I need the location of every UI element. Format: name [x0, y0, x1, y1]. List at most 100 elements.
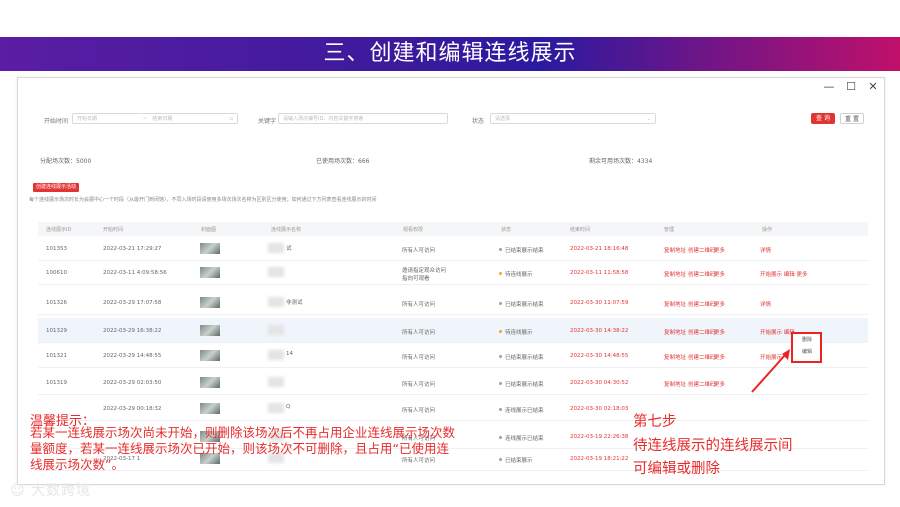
logo-icon: ☺: [10, 483, 26, 499]
copy-link-button[interactable]: 复制地址: [664, 328, 686, 336]
row-id: 100610: [46, 270, 67, 276]
calendar-icon: ▫: [229, 116, 233, 122]
copy-link-button[interactable]: 复制地址: [664, 353, 686, 361]
search-button[interactable]: 查 询: [811, 113, 835, 124]
manage-more-button[interactable]: 更多: [714, 353, 725, 361]
step-line-2: 待连线展示的连线展示间: [633, 438, 793, 454]
row-name: 14: [286, 351, 293, 357]
col-name: 连线展示名称: [271, 227, 302, 233]
row-permission: 邀请指定观众访问: [402, 268, 447, 274]
row-end-time: 2022-03-30 04:30:52: [570, 380, 629, 386]
row-end-time: 2022-03-21 18:16:48: [570, 246, 629, 252]
row-start-time: 2022-03-29 16:38:22: [103, 328, 162, 334]
date-separator: ~: [142, 116, 147, 122]
row-status: 待连线展示: [505, 330, 533, 336]
qrcode-button[interactable]: 创建二维码: [688, 328, 716, 336]
row-status: 已结束展示结束: [505, 248, 544, 254]
status-placeholder: 请选择: [495, 116, 511, 122]
arrow-icon: [751, 349, 790, 393]
row-actions[interactable]: 开始展示 编辑: [760, 328, 795, 336]
row-status: 已结束展示: [505, 458, 533, 464]
tip-line-2: 量额度，若某一连线展示场次已开始，则该场次不可删除，且占用“已使用连: [30, 441, 449, 456]
date-start-placeholder: 开始日期: [77, 116, 98, 122]
cover-thumbnail: [200, 243, 220, 254]
step-title: 第七步: [633, 414, 677, 430]
row-permission: 所有人可访问: [402, 330, 436, 336]
row-id: 101326: [46, 300, 67, 306]
status-dot: [499, 436, 502, 439]
row-actions[interactable]: 详情: [760, 300, 771, 308]
row-name: 非测试: [286, 300, 303, 306]
col-permission: 观看权限: [403, 227, 424, 233]
row-status: 已结束展示结束: [505, 302, 544, 308]
minimize-icon[interactable]: —: [820, 80, 838, 94]
manage-more-button[interactable]: 更多: [714, 328, 725, 336]
row-end-time: 2022-03-30 14:48:55: [570, 353, 629, 359]
close-icon[interactable]: ✕: [864, 80, 882, 94]
status-dot: [499, 458, 502, 461]
row-status: 已结束展示结束: [505, 382, 544, 388]
row-divider: [38, 470, 868, 471]
qrcode-button[interactable]: 创建二维码: [688, 353, 716, 361]
cover-thumbnail: [200, 297, 220, 308]
keyword-label: 关键字: [258, 118, 277, 125]
row-actions[interactable]: 开始展示 编辑 更多: [760, 270, 808, 278]
row-status: 待连线展示: [505, 272, 533, 278]
row-divider: [38, 314, 868, 315]
date-range-input[interactable]: 开始日期 ~ 结束日期 ▫: [72, 113, 238, 124]
qrcode-button[interactable]: 创建二维码: [688, 380, 716, 388]
cover-thumbnail: [200, 267, 220, 278]
manage-more-button[interactable]: 更多: [714, 246, 725, 254]
row-end-time: 2022-03-19 22:26:38: [570, 434, 629, 440]
name-blur: [268, 325, 284, 335]
name-blur: [268, 403, 284, 413]
row-start-time: 2022-03-29 17:07:58: [103, 300, 162, 306]
manage-more-button[interactable]: 更多: [714, 270, 725, 278]
row-end-time: 2022-03-30 11:07:59: [570, 300, 629, 306]
row-id: 101321: [46, 353, 67, 359]
create-live-button[interactable]: 创建连线展示活动: [33, 183, 79, 192]
status-select[interactable]: 请选择 ⌄: [490, 113, 656, 124]
chevron-down-icon: ⌄: [646, 116, 651, 122]
row-name: 试: [286, 246, 292, 252]
date-end-placeholder: 结束日期: [152, 116, 173, 122]
row-start-time: 2022-03-29 02:03:50: [103, 380, 162, 386]
used-count: 已使用场次数：666: [316, 158, 370, 165]
reset-button[interactable]: 重 置: [840, 113, 864, 124]
copy-link-button[interactable]: 复制地址: [664, 270, 686, 278]
status-label: 状态: [472, 118, 485, 125]
row-start-time: 2022-03-21 17:29:27: [103, 246, 162, 252]
logo-text: 大数跨境: [31, 483, 92, 499]
manage-more-button[interactable]: 更多: [714, 380, 725, 388]
copy-link-button[interactable]: 复制地址: [664, 246, 686, 254]
allocated-count: 分配场次数：5000: [40, 158, 92, 165]
cover-thumbnail: [200, 377, 220, 388]
col-start: 开始时间: [103, 227, 124, 233]
col-actions: 操作: [762, 227, 773, 233]
cover-thumbnail: [200, 403, 220, 414]
app-window: — ☐ ✕ 开始时间 开始日期 ~ 结束日期 ▫ 关键字 请输入场次编号ID、内…: [17, 77, 885, 485]
name-blur: [268, 267, 284, 277]
tip-line-1: 若某一连线展示场次尚未开始，则删除该场次后不再占用企业连线展示场次数: [30, 425, 456, 440]
notice-text: 每个连线展示场次时长为会展中心一个时段（从最开门到闭馆），不同入场时段请使用多场…: [29, 197, 377, 203]
row-id: 101329: [46, 328, 67, 334]
row-name: Q: [286, 404, 291, 410]
qrcode-button[interactable]: 创建二维码: [688, 270, 716, 278]
row-start-time: 2022-03-11 4:09:58:56: [103, 270, 167, 276]
col-cover: 封面图: [201, 227, 217, 233]
row-status: 连线展示已结束: [505, 436, 544, 442]
cover-thumbnail: [200, 350, 220, 361]
col-manage: 管理: [664, 227, 675, 233]
status-dot: [499, 382, 502, 385]
status-dot: [499, 355, 502, 358]
keyword-input[interactable]: 请输入场次编号ID、内容关键字搜索: [278, 113, 448, 124]
maximize-icon[interactable]: ☐: [842, 80, 860, 94]
qrcode-button[interactable]: 创建二维码: [688, 300, 716, 308]
row-end-time: 2022-03-11 11:58:58: [570, 270, 629, 276]
manage-more-button[interactable]: 更多: [714, 300, 725, 308]
step-line-3: 可编辑或删除: [633, 461, 720, 477]
copy-link-button[interactable]: 复制地址: [664, 300, 686, 308]
row-actions[interactable]: 详情: [760, 246, 771, 254]
qrcode-button[interactable]: 创建二维码: [688, 246, 716, 254]
copy-link-button[interactable]: 复制地址: [664, 380, 686, 388]
